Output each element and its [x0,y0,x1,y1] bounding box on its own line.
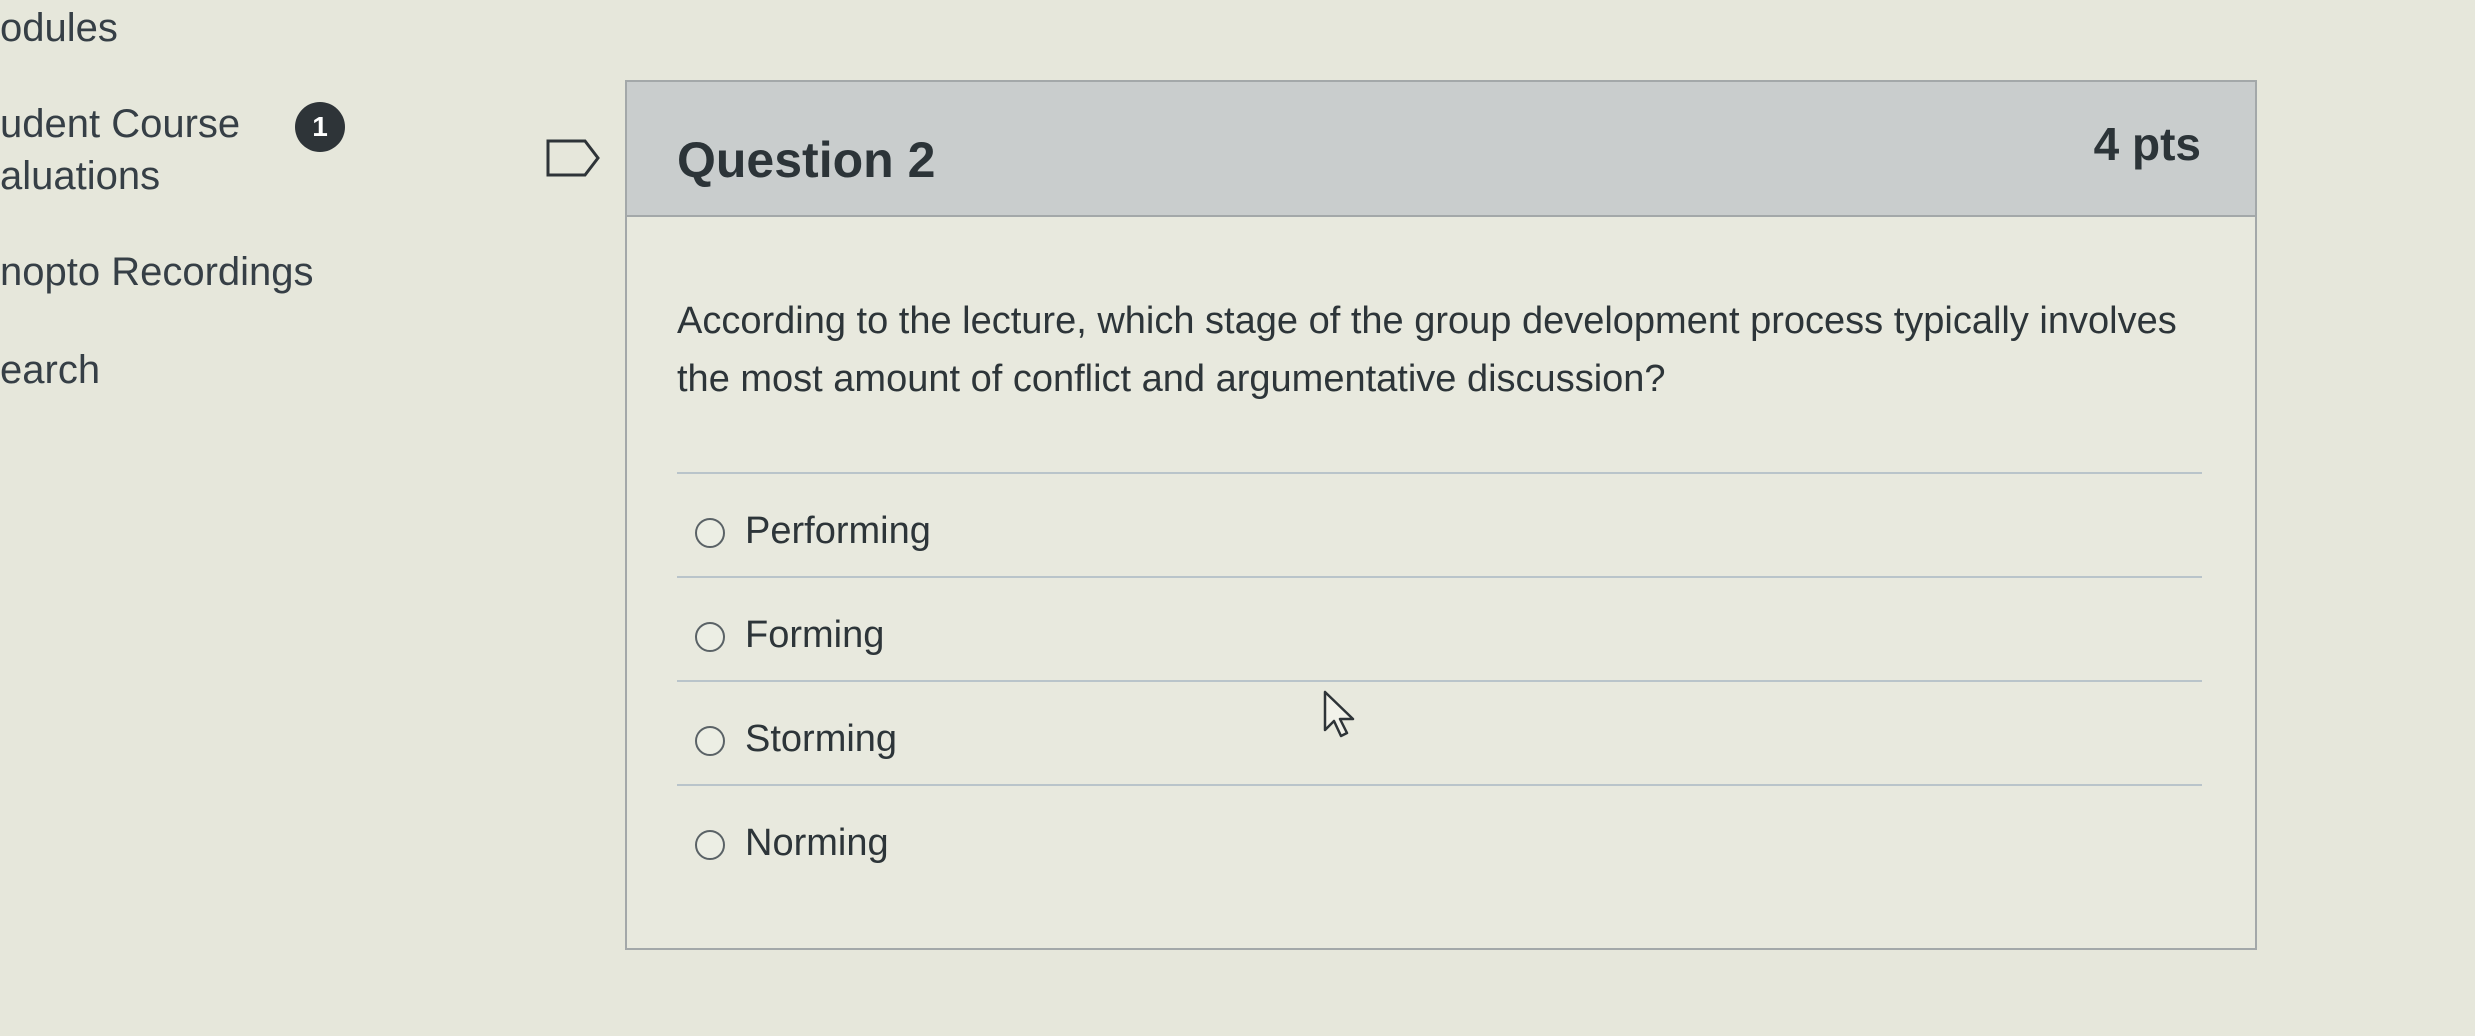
answer-label: Norming [745,822,889,864]
flag-icon[interactable] [545,138,601,178]
radio-icon[interactable] [695,622,725,652]
question-points: 4 pts [2093,118,2201,170]
answer-option[interactable]: Storming [677,680,2202,784]
question-header: Question 2 4 pts [627,82,2255,217]
answer-option[interactable]: Norming [677,784,2202,888]
radio-icon[interactable] [695,518,725,548]
nav-item-label: udent Course [0,102,241,146]
nav-item-search[interactable]: earch [0,344,100,396]
question-text: According to the lecture, which stage of… [677,300,2177,400]
answer-list: Performing Forming Storming Norming [677,472,2202,888]
radio-icon[interactable] [695,726,725,756]
answer-label: Performing [745,510,931,552]
answer-label: Forming [745,614,885,656]
nav-item-course-evaluations[interactable]: udent Course aluations [0,98,240,202]
answer-option[interactable]: Forming [677,576,2202,680]
notification-badge: 1 [295,102,345,152]
question-card: Question 2 4 pts According to the lectur… [625,80,2257,950]
question-title: Question 2 [677,132,936,188]
nav-item-label-line2: aluations [0,154,161,198]
nav-item-modules[interactable]: odules [0,2,118,54]
nav-item-panopto-recordings[interactable]: nopto Recordings [0,246,314,298]
answer-option[interactable]: Performing [677,472,2202,576]
radio-icon[interactable] [695,830,725,860]
answer-label: Storming [745,718,898,760]
